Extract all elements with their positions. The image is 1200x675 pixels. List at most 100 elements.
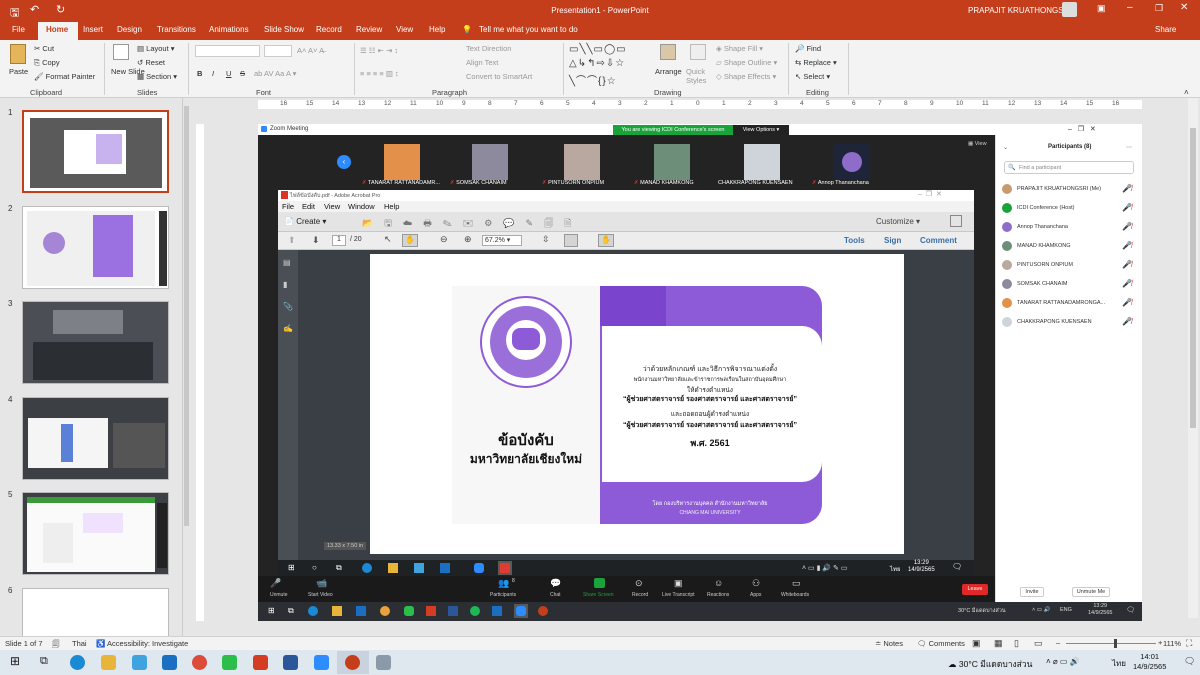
page-thumbnails-icon[interactable]: ▤ — [283, 258, 291, 267]
whiteboards-button[interactable]: Whiteboards — [781, 592, 809, 598]
task-view-icon[interactable]: ⧉ — [40, 655, 48, 668]
participant-row[interactable]: TANARAT RATTANADAMRONGA... 🎤̸ — [1002, 296, 1138, 310]
menu-help[interactable]: Help — [384, 202, 399, 211]
underline-button[interactable]: U — [226, 69, 231, 78]
reactions-button[interactable]: Reactions — [707, 592, 729, 598]
slide-thumbnail-4[interactable] — [22, 397, 169, 480]
slide-thumbnail-1[interactable] — [22, 110, 169, 193]
reactions-icon[interactable]: ☺ — [714, 578, 723, 588]
bold-button[interactable]: B — [197, 69, 202, 78]
tab-insert[interactable]: Insert — [83, 25, 103, 34]
undo-icon[interactable]: ↶ — [30, 3, 39, 16]
signatures-icon[interactable]: ✍ — [283, 324, 293, 333]
tab-help[interactable]: Help — [429, 25, 445, 34]
tab-slideshow[interactable]: Slide Show — [264, 25, 304, 34]
live-transcript-button[interactable]: Live Transcript — [662, 592, 695, 598]
avatar[interactable] — [1062, 2, 1077, 17]
tab-view[interactable]: View — [396, 25, 413, 34]
format-painter-button[interactable]: 🖌 Format Painter — [34, 72, 95, 81]
video-tile[interactable] — [472, 144, 508, 180]
tab-home[interactable]: Home — [46, 25, 68, 34]
menu-window[interactable]: Window — [348, 202, 375, 211]
video-tile[interactable] — [384, 144, 420, 180]
arrange-button[interactable]: Arrange — [655, 67, 682, 76]
customize-button[interactable]: Customize ▾ — [876, 217, 920, 226]
strikethrough-button[interactable]: S — [240, 69, 245, 78]
user-name[interactable]: PRAPAJIT KRUATHONGSRI — [968, 6, 1072, 15]
minimize-icon[interactable]: – — [1127, 2, 1133, 13]
menu-file[interactable]: File — [282, 202, 294, 211]
zoom-in-button[interactable]: + — [1158, 638, 1162, 647]
view-button[interactable]: ▦ View — [968, 141, 987, 147]
restore-icon[interactable]: ❐ — [1155, 3, 1163, 14]
mic-muted-icon[interactable]: 🎤 — [270, 578, 281, 589]
apps-icon[interactable]: ⚇ — [752, 578, 760, 589]
fit-page-icon[interactable]: ⇳ — [542, 234, 550, 245]
prev-videos-button[interactable]: ‹ — [337, 155, 351, 169]
shape-fill-button[interactable]: ◈ Shape Fill ▾ — [716, 44, 763, 53]
view-options-button[interactable]: View Options ▾ — [733, 125, 789, 135]
shape-effects-button[interactable]: ◇ Shape Effects ▾ — [716, 72, 776, 81]
accessibility-indicator[interactable]: ♿ Accessibility: Investigate — [96, 639, 188, 648]
zoom-out-button[interactable]: – — [1056, 638, 1060, 647]
participant-row[interactable]: CHAKKRAPONG KUENSAEN 🎤̸ — [1002, 315, 1138, 329]
normal-view-icon[interactable]: ▣ — [972, 638, 981, 649]
store-icon[interactable] — [132, 655, 147, 670]
comments-button[interactable]: 🗨 Comments — [917, 639, 965, 648]
share-button[interactable]: Share — [1155, 25, 1176, 34]
system-tray-icons[interactable]: ˄ ⌀ ▭ 🔊 — [1046, 657, 1080, 666]
font-name-box[interactable] — [195, 45, 260, 57]
zoom-slider[interactable] — [1066, 643, 1156, 644]
mail-icon[interactable] — [162, 655, 177, 670]
participant-row[interactable]: Annop Thananchana 🎤̸ — [1002, 220, 1138, 234]
video-tile[interactable] — [654, 144, 690, 180]
editor-scrollbar[interactable] — [1188, 98, 1198, 618]
tab-design[interactable]: Design — [117, 25, 142, 34]
copy-button[interactable]: ⎘ Copy — [34, 58, 60, 68]
chat-icon[interactable]: 💬 — [550, 578, 561, 589]
redo-icon[interactable]: ↻ — [56, 3, 65, 16]
select-button[interactable]: ↖ Select ▾ — [795, 72, 830, 81]
layout-button[interactable]: ▤ Layout ▾ — [137, 44, 175, 53]
whiteboards-icon[interactable]: ▭ — [792, 578, 801, 589]
notes-button[interactable]: ≐ Notes — [875, 639, 903, 648]
select-tool-icon[interactable]: ↖ — [384, 234, 392, 245]
share-screen-icon[interactable] — [594, 578, 605, 588]
shapes-gallery[interactable]: ▭╲╲▭◯▭ — [569, 44, 627, 55]
slide-thumbnail-5[interactable] — [22, 492, 169, 575]
slide-thumbnail-2[interactable] — [22, 206, 169, 289]
close-icon[interactable]: ✕ — [1180, 2, 1188, 13]
office-icon[interactable] — [253, 655, 268, 670]
collapse-panel-icon[interactable]: ⌄ — [1003, 144, 1008, 151]
quick-styles-icon[interactable] — [690, 44, 706, 60]
participant-row[interactable]: MANAD KHAMKONG 🎤̸ — [1002, 239, 1138, 253]
prev-page-icon[interactable]: ⬆ — [288, 235, 296, 246]
sign-pane-button[interactable]: Sign — [884, 236, 901, 245]
page-number-input[interactable]: 1 — [332, 235, 346, 246]
arrange-icon[interactable] — [660, 44, 676, 60]
paste-button[interactable]: Paste — [9, 67, 28, 76]
reading-view-icon[interactable]: ▯ — [1014, 638, 1019, 649]
weather-widget[interactable]: ☁ 30°C มีแดดบางส่วน — [948, 657, 1032, 671]
powerpoint-icon[interactable] — [345, 655, 360, 670]
unmute-button[interactable]: Unmute — [270, 592, 288, 598]
chat-button[interactable]: Chat — [550, 592, 561, 598]
align-controls[interactable]: ≡ ≡ ≡ ≡ ▥ ↕ — [360, 69, 399, 78]
tab-file[interactable]: File — [12, 25, 25, 34]
notification-center-icon[interactable]: 🗨 — [1184, 656, 1195, 667]
slide-thumbnail-6[interactable] — [22, 588, 169, 636]
expand-icon[interactable] — [950, 215, 962, 227]
tell-me-box[interactable]: Tell me what you want to do — [479, 25, 578, 34]
edge-icon[interactable] — [70, 655, 85, 670]
paste-icon[interactable] — [10, 44, 26, 64]
font-size-box[interactable] — [264, 45, 292, 57]
video-tile[interactable] — [744, 144, 780, 180]
zoom-level-select[interactable]: 67.2% ▾ — [482, 235, 522, 246]
unmute-me-button[interactable]: Unmute Me — [1072, 587, 1110, 597]
find-button[interactable]: 🔎 Find — [795, 44, 821, 53]
participant-row[interactable]: SOMSAK CHANAIM 🎤̸ — [1002, 277, 1138, 291]
hand-tool-icon[interactable]: ✋ — [402, 234, 418, 247]
italic-button[interactable]: I — [212, 69, 214, 78]
menu-edit[interactable]: Edit — [302, 202, 315, 211]
participant-row[interactable]: ICDI Conference (Host) 🎤̸ — [1002, 201, 1138, 215]
